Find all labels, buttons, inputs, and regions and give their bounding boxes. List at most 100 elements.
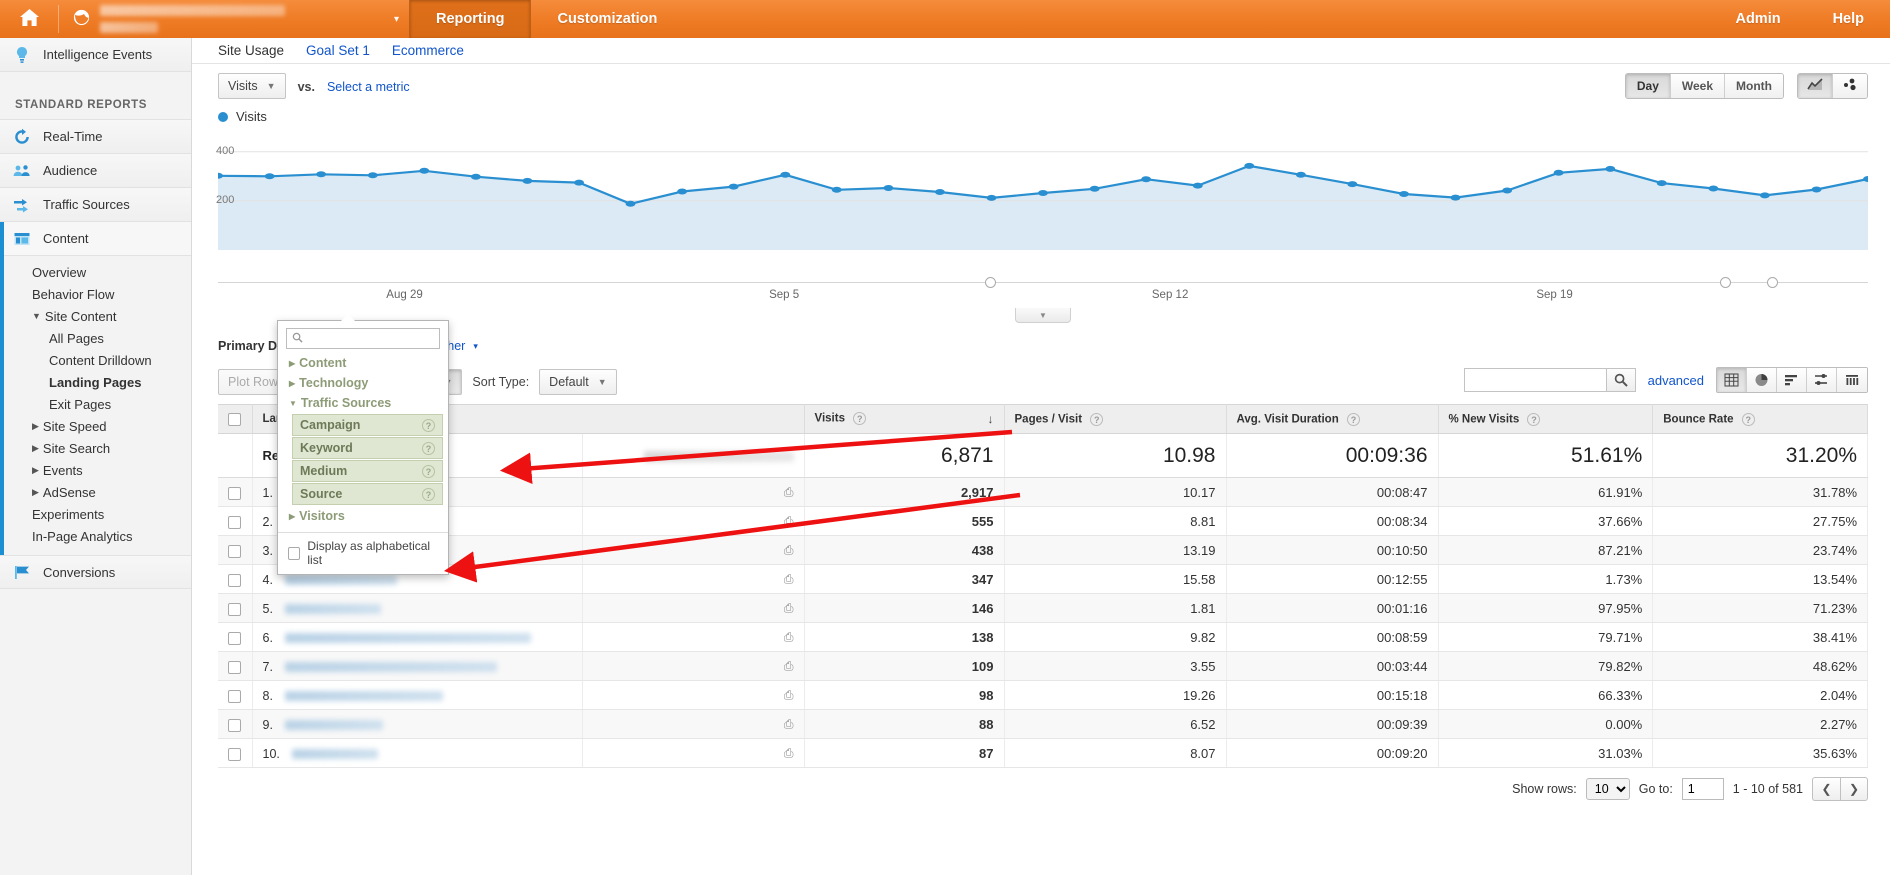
collapse-chart-button[interactable]: ▼	[1015, 308, 1071, 323]
line-chart-icon[interactable]	[1798, 74, 1833, 98]
external-link-icon[interactable]: ⎙	[784, 485, 794, 499]
date-range-handle-2[interactable]	[1719, 277, 1731, 288]
sidebar-item-content-drilldown[interactable]: Content Drilldown	[4, 349, 191, 371]
column-avg-visit-duration[interactable]: Avg. Visit Duration ?	[1226, 404, 1439, 434]
performance-view-icon[interactable]	[1807, 368, 1837, 392]
subtab-goal-set-1[interactable]: Goal Set 1	[306, 43, 370, 58]
sidebar-item-content[interactable]: Content	[4, 222, 191, 256]
search-icon[interactable]	[1605, 368, 1636, 392]
external-link-icon[interactable]: ⎙	[784, 514, 794, 528]
pivot-view-icon[interactable]	[1837, 368, 1867, 392]
sidebar-item-all-pages[interactable]: All Pages	[4, 327, 191, 349]
account-selector[interactable]: ▾	[59, 0, 409, 38]
row-checkbox[interactable]	[228, 544, 241, 558]
row-checkbox[interactable]	[228, 689, 241, 703]
sort-type-button[interactable]: Default ▼	[539, 369, 617, 395]
scatter-chart-icon[interactable]	[1833, 74, 1867, 98]
external-link-icon[interactable]: ⎙	[784, 601, 794, 615]
external-link-icon[interactable]: ⎙	[784, 630, 794, 644]
chevron-right-icon[interactable]: ❯	[1840, 777, 1868, 801]
select-all-checkbox[interactable]	[228, 412, 241, 426]
home-button[interactable]	[0, 0, 58, 38]
column-visits[interactable]: Visits ? ↓	[804, 404, 1005, 434]
dropdown-search-input[interactable]	[307, 331, 439, 346]
pie-view-icon[interactable]	[1747, 368, 1777, 392]
chevron-left-icon[interactable]: ❮	[1812, 777, 1840, 801]
date-range-handle-1[interactable]	[985, 277, 997, 288]
sidebar-item-experiments[interactable]: Experiments	[4, 503, 191, 525]
column-bounce-rate[interactable]: Bounce Rate ?	[1652, 404, 1868, 434]
tab-reporting[interactable]: Reporting	[409, 0, 532, 38]
dropdown-item-source[interactable]: Source ?	[292, 483, 443, 505]
tab-customization[interactable]: Customization	[531, 0, 683, 38]
help-icon[interactable]: ?	[1346, 412, 1360, 426]
row-checkbox[interactable]	[228, 515, 241, 529]
row-checkbox[interactable]	[228, 486, 241, 500]
chevron-down-icon[interactable]: ▾	[394, 14, 399, 25]
sidebar-item-site-search[interactable]: ▶ Site Search	[4, 437, 191, 459]
table-row[interactable]: 1. ⎙ 2,917 10.17 00:08:47 61.91% 31.78%	[218, 477, 1868, 507]
bar-view-icon[interactable]	[1777, 368, 1807, 392]
landing-page-redacted[interactable]	[284, 720, 383, 731]
granularity-week[interactable]: Week	[1670, 74, 1726, 98]
landing-page-redacted[interactable]	[284, 662, 497, 673]
advanced-link[interactable]: advanced	[1648, 373, 1704, 388]
sidebar-item-behavior-flow[interactable]: Behavior Flow	[4, 283, 191, 305]
dropdown-item-campaign[interactable]: Campaign ?	[292, 414, 443, 436]
external-link-icon[interactable]: ⎙	[784, 717, 794, 731]
subtab-ecommerce[interactable]: Ecommerce	[392, 43, 464, 58]
sidebar-item-in-page-analytics[interactable]: In-Page Analytics	[4, 525, 191, 547]
dropdown-group-visitors[interactable]: ▶ Visitors	[278, 506, 448, 526]
sidebar-item-traffic-sources[interactable]: Traffic Sources	[0, 188, 191, 222]
landing-page-redacted[interactable]	[284, 604, 381, 615]
select-a-metric-link[interactable]: Select a metric	[327, 73, 410, 94]
row-checkbox[interactable]	[228, 718, 241, 732]
help-icon[interactable]: ?	[422, 418, 435, 432]
table-row[interactable]: 8. ⎙ 98 19.26 00:15:18 66.33% 2.04%	[218, 680, 1868, 710]
external-link-icon[interactable]: ⎙	[784, 659, 794, 673]
row-checkbox[interactable]	[228, 747, 241, 761]
help-icon[interactable]: ?	[1527, 412, 1541, 426]
sidebar-item-audience[interactable]: Audience	[0, 154, 191, 188]
sidebar-item-real-time[interactable]: Real-Time	[0, 120, 191, 154]
help-icon[interactable]: ?	[422, 441, 435, 455]
table-row[interactable]: 3. ⎙ 438 13.19 00:10:50 87.21% 23.74%	[218, 535, 1868, 565]
search-input[interactable]	[1463, 368, 1606, 392]
help-icon[interactable]: ?	[422, 487, 435, 501]
external-link-icon[interactable]: ⎙	[784, 543, 794, 557]
granularity-day[interactable]: Day	[1625, 74, 1671, 98]
landing-page-redacted[interactable]	[291, 749, 378, 760]
column-new-visits[interactable]: % New Visits ?	[1438, 404, 1654, 434]
chevron-down-icon[interactable]: ▾	[473, 341, 478, 352]
row-checkbox[interactable]	[228, 660, 241, 674]
metric-selector-button[interactable]: Visits ▼	[218, 73, 286, 99]
table-row[interactable]: 6. ⎙ 138 9.82 00:08:59 79.71% 38.41%	[218, 622, 1868, 652]
dropdown-search[interactable]	[286, 328, 440, 349]
external-link-icon[interactable]: ⎙	[784, 688, 794, 702]
sidebar-item-site-speed[interactable]: ▶ Site Speed	[4, 415, 191, 437]
dropdown-item-keyword[interactable]: Keyword ?	[292, 437, 443, 459]
subtab-site-usage[interactable]: Site Usage	[218, 43, 284, 58]
sidebar-item-overview[interactable]: Overview	[4, 261, 191, 283]
goto-input[interactable]	[1681, 778, 1724, 800]
link-help[interactable]: Help	[1807, 0, 1890, 38]
dropdown-group-technology[interactable]: ▶ Technology	[278, 373, 448, 393]
help-icon[interactable]: ?	[422, 464, 435, 478]
date-range-handle-3[interactable]	[1767, 277, 1779, 288]
table-row[interactable]: 5. ⎙ 146 1.81 00:01:16 97.95% 71.23%	[218, 593, 1868, 623]
sidebar-item-landing-pages[interactable]: Landing Pages	[4, 371, 191, 393]
sidebar-item-intelligence-events[interactable]: Intelligence Events	[0, 38, 191, 72]
sidebar-item-adsense[interactable]: ▶ AdSense	[4, 481, 191, 503]
sidebar-item-conversions[interactable]: Conversions	[0, 555, 191, 589]
table-row[interactable]: 4. ⎙ 347 15.58 00:12:55 1.73% 13.54%	[218, 564, 1868, 594]
landing-page-redacted[interactable]	[284, 575, 397, 586]
external-link-icon[interactable]: ⎙	[784, 572, 794, 586]
landing-page-redacted[interactable]	[284, 691, 443, 702]
dropdown-item-medium[interactable]: Medium ?	[292, 460, 443, 482]
table-row[interactable]: 10. ⎙ 87 8.07 00:09:20 31.03% 35.63%	[218, 738, 1868, 768]
help-icon[interactable]: ?	[1090, 412, 1104, 426]
row-checkbox[interactable]	[228, 602, 241, 616]
table-row[interactable]: 2. ⎙ 555 8.81 00:08:34 37.66% 27.75%	[218, 506, 1868, 536]
row-checkbox[interactable]	[228, 631, 241, 645]
table-row[interactable]: 9. ⎙ 88 6.52 00:09:39 0.00% 2.27%	[218, 709, 1868, 739]
